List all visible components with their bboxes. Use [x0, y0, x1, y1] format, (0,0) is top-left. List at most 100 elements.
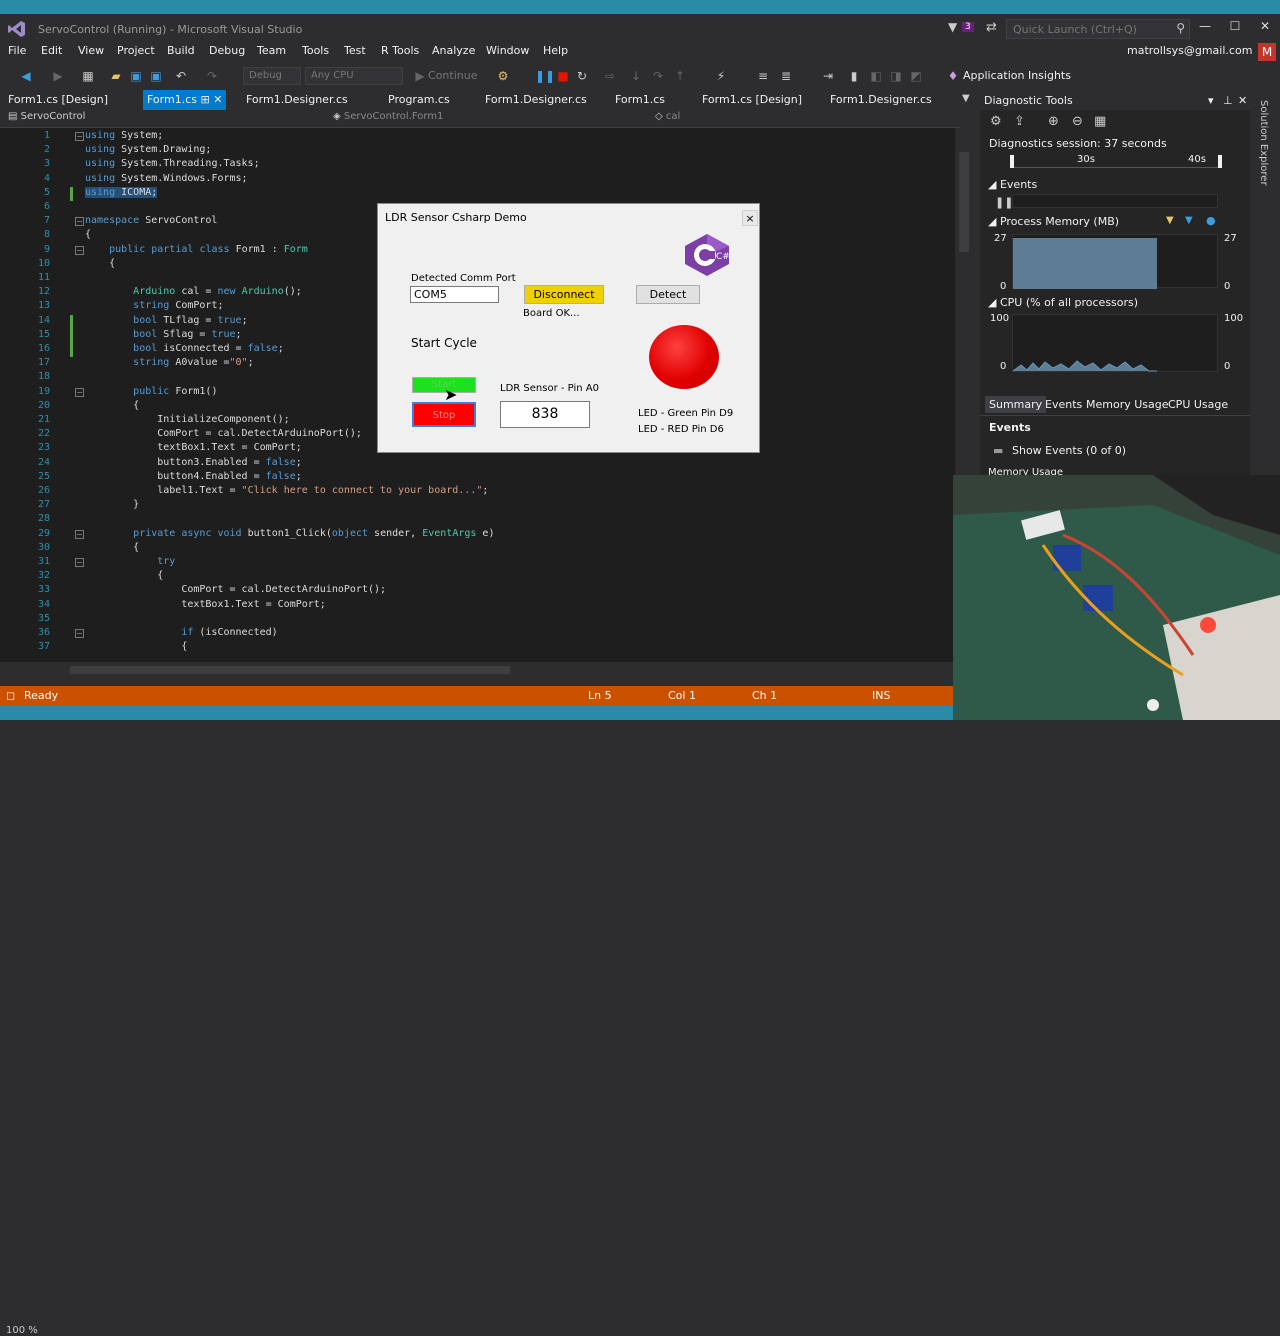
class-combo[interactable]: ◈ ServoControl.Form1: [333, 111, 645, 127]
memory-section-header[interactable]: ◢ Process Memory (MB): [988, 215, 1119, 228]
menu-edit[interactable]: Edit: [41, 44, 62, 57]
dialog-close-button[interactable]: ×: [742, 210, 758, 226]
vertical-scroll-thumb[interactable]: [959, 152, 969, 252]
platform-select[interactable]: Any CPU: [305, 67, 403, 85]
code-line[interactable]: ComPort = cal.DetectArduinoPort();: [85, 584, 386, 595]
code-line[interactable]: using ICOMA;: [85, 186, 158, 198]
menu-test[interactable]: Test: [344, 44, 366, 57]
reset-view-icon[interactable]: ▦: [1094, 114, 1106, 129]
notification-badge[interactable]: 3: [962, 22, 974, 32]
zoom-out-icon[interactable]: ⊖: [1072, 114, 1083, 129]
fold-toggle-icon[interactable]: −: [75, 132, 84, 141]
code-line[interactable]: {: [85, 400, 139, 411]
code-line[interactable]: textBox1.Text = ComPort;: [85, 599, 326, 610]
show-events-link[interactable]: Show Events (0 of 0): [1012, 444, 1126, 457]
code-line[interactable]: InitializeComponent();: [85, 414, 289, 425]
detect-button[interactable]: Detect: [636, 285, 700, 304]
fold-toggle-icon[interactable]: −: [75, 558, 84, 567]
forward-icon[interactable]: ▶: [50, 68, 66, 84]
disconnect-button[interactable]: Disconnect: [524, 285, 604, 304]
code-line[interactable]: if (isConnected): [85, 627, 277, 638]
fold-toggle-icon[interactable]: −: [75, 387, 84, 397]
zoom-level[interactable]: 100 %: [6, 1325, 38, 1336]
code-line[interactable]: button4.Enabled = false;: [85, 471, 302, 482]
pin-icon[interactable]: ⊞: [200, 93, 209, 106]
pause-events-icon[interactable]: ❚❚: [995, 196, 1013, 209]
code-line[interactable]: bool Sflag = true;: [85, 329, 241, 340]
code-line[interactable]: {: [85, 258, 115, 269]
code-line[interactable]: namespace ServoControl: [85, 215, 217, 226]
feedback-icon[interactable]: ⇄: [986, 20, 997, 35]
code-line[interactable]: public partial class Form1 : Form: [85, 244, 308, 255]
tab-events[interactable]: Events: [1045, 398, 1082, 411]
member-combo[interactable]: ◇ cal: [655, 111, 955, 127]
code-line[interactable]: {: [85, 542, 139, 553]
tab-memory-usage[interactable]: Memory Usage: [1086, 398, 1169, 411]
menu-help[interactable]: Help: [543, 44, 568, 57]
clear-bookmarks-icon[interactable]: ◩: [908, 68, 924, 84]
step-out-icon[interactable]: ↑: [672, 68, 688, 84]
save-all-icon[interactable]: ▣: [148, 68, 164, 84]
code-line[interactable]: using System.Threading.Tasks;: [85, 158, 260, 169]
solution-explorer-tab[interactable]: Solution Explorer: [1256, 90, 1280, 475]
code-line[interactable]: {: [85, 229, 91, 240]
code-line[interactable]: button3.Enabled = false;: [85, 457, 302, 468]
search-icon[interactable]: ⚲: [1176, 21, 1185, 35]
prev-bookmark-icon[interactable]: ◧: [868, 68, 884, 84]
fold-toggle-icon[interactable]: −: [75, 529, 84, 539]
application-insights[interactable]: Application Insights: [963, 69, 1071, 82]
redo-icon[interactable]: ↷: [204, 68, 220, 84]
tab-form1-designer[interactable]: Form1.Designer.cs: [246, 93, 348, 106]
quick-launch[interactable]: ⚲: [1006, 19, 1190, 39]
menu-project[interactable]: Project: [117, 44, 155, 57]
tab-form1-design[interactable]: Form1.cs [Design]: [8, 93, 108, 106]
stop-debug-icon[interactable]: ■: [555, 68, 571, 84]
tab-summary[interactable]: Summary: [985, 396, 1047, 413]
panel-close-icon[interactable]: ✕: [1238, 94, 1247, 107]
hot-reload-icon[interactable]: ⚡: [713, 68, 729, 84]
code-line[interactable]: {: [85, 570, 163, 581]
restart-icon[interactable]: ↻: [574, 68, 590, 84]
settings-icon[interactable]: ⚙: [990, 114, 1002, 129]
next-bookmark-icon[interactable]: ◨: [888, 68, 904, 84]
maximize-icon[interactable]: ☐: [1224, 19, 1246, 33]
code-line[interactable]: Arduino cal = new Arduino();: [85, 286, 302, 297]
menu-r-tools[interactable]: R Tools: [381, 44, 419, 57]
align-icon[interactable]: ≡: [755, 68, 771, 84]
horizontal-scrollbar[interactable]: 100 %: [0, 662, 955, 1336]
bookmark-icon[interactable]: ▮: [846, 68, 862, 84]
quick-launch-input[interactable]: [1007, 20, 1167, 38]
port-textbox[interactable]: COM5: [410, 286, 499, 303]
comment-icon[interactable]: ≣: [778, 68, 794, 84]
events-section-header[interactable]: ◢ Events: [988, 178, 1037, 191]
close-window-icon[interactable]: ✕: [1254, 19, 1276, 33]
tab-overflow-icon[interactable]: ▼: [962, 93, 970, 104]
menu-view[interactable]: View: [78, 44, 104, 57]
lightbulb-icon[interactable]: ♦: [945, 68, 961, 84]
code-line[interactable]: using System.Drawing;: [85, 144, 211, 155]
code-line[interactable]: bool isConnected = false;: [85, 343, 284, 354]
code-line[interactable]: {: [85, 641, 187, 652]
menu-debug[interactable]: Debug: [209, 44, 245, 57]
back-icon[interactable]: ◀: [18, 68, 34, 84]
menu-file[interactable]: File: [8, 44, 26, 57]
menu-team[interactable]: Team: [257, 44, 286, 57]
code-line[interactable]: }: [85, 499, 139, 510]
cpu-section-header[interactable]: ◢ CPU (% of all processors): [988, 296, 1138, 309]
panel-menu-icon[interactable]: ▾: [1208, 94, 1214, 107]
show-next-statement-icon[interactable]: ⇨: [602, 68, 618, 84]
tab-form1-cs-active[interactable]: Form1.cs ⊞ ✕: [143, 90, 227, 110]
fold-toggle-icon[interactable]: −: [75, 245, 84, 255]
step-over-icon[interactable]: ↷: [650, 68, 666, 84]
menu-analyze[interactable]: Analyze: [432, 44, 475, 57]
tab-form1-design-2[interactable]: Form1.cs [Design]: [702, 93, 802, 106]
panel-pin-icon[interactable]: ⊥: [1223, 94, 1233, 107]
menu-build[interactable]: Build: [167, 44, 195, 57]
code-line[interactable]: try: [85, 556, 175, 567]
fold-toggle-icon[interactable]: −: [75, 629, 84, 638]
filter-icon[interactable]: ▼: [948, 20, 957, 34]
code-line[interactable]: string ComPort;: [85, 300, 223, 311]
code-line[interactable]: textBox1.Text = ComPort;: [85, 442, 302, 453]
tab-program[interactable]: Program.cs: [388, 93, 450, 106]
stop-button[interactable]: Stop: [412, 402, 476, 427]
